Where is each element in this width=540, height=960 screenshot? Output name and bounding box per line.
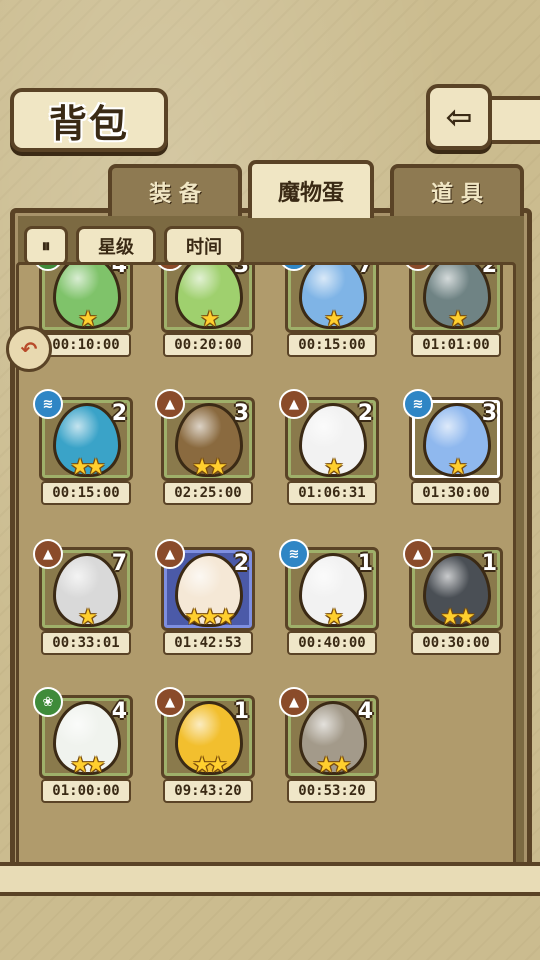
earth-element-icon: ▲ — [155, 687, 185, 717]
egg-count: 2 — [111, 401, 127, 426]
egg-card[interactable]: ▲ 2 ★ 01:06:31 — [279, 389, 379, 505]
earth-element-icon: ▲ — [403, 539, 433, 569]
earth-element-icon: ▲ — [279, 389, 309, 419]
hatch-timer: 00:33:01 — [41, 631, 131, 655]
hatch-timer: 00:20:00 — [163, 333, 253, 357]
back-rail — [484, 96, 540, 144]
star-rating: ★ — [78, 605, 98, 630]
sort-by-star-label: 星级 — [98, 237, 134, 258]
side-pin-icon[interactable]: ↶ — [6, 326, 52, 372]
hatch-timer: 01:06:31 — [287, 481, 377, 505]
egg-count: 3 — [481, 401, 497, 426]
egg-card[interactable]: ❀ 4 ★★ 01:00:00 — [33, 687, 133, 803]
egg-card[interactable]: ▲2★01:01:00 — [403, 262, 503, 357]
star-rating: ★ — [200, 307, 220, 332]
egg-card[interactable]: ▲ 3 ★★ 02:25:00 — [155, 389, 255, 505]
water-element-icon: ≋ — [279, 539, 309, 569]
egg-count: 1 — [357, 551, 373, 576]
title-plate: 背包 — [10, 88, 168, 152]
star-rating: ★★ — [70, 753, 105, 778]
egg-count: 7 — [111, 551, 127, 576]
back-button[interactable]: ⇦ — [426, 84, 492, 150]
hatch-timer: 00:10:00 — [41, 333, 131, 357]
tab-monster-eggs[interactable]: 魔物蛋 — [248, 160, 374, 218]
egg-card[interactable]: ▲ 1 ★★ 09:43:20 — [155, 687, 255, 803]
star-rating: ★ — [448, 455, 468, 480]
egg-count: 1 — [233, 699, 249, 724]
egg-card[interactable]: ▲3★00:20:00 — [155, 262, 255, 357]
egg-count: 4 — [357, 699, 373, 724]
egg-card[interactable]: ▲ 2 ★★★ 01:42:53 — [155, 539, 255, 655]
hatch-timer: 01:30:00 — [411, 481, 501, 505]
water-element-icon: ≋ — [33, 389, 63, 419]
sort-by-time-label: 时间 — [186, 237, 222, 258]
tab-monster-eggs-label: 魔物蛋 — [277, 181, 344, 206]
egg-card[interactable]: ≋7★00:15:00 — [279, 262, 379, 357]
tab-equipment-label: 装 备 — [149, 182, 201, 207]
hatch-timer: 01:42:53 — [163, 631, 253, 655]
egg-count: 1 — [481, 551, 497, 576]
egg-card[interactable]: ≋ 1 ★ 00:40:00 — [279, 539, 379, 655]
star-rating: ★★ — [192, 455, 227, 480]
hatch-timer: 01:00:00 — [41, 779, 131, 803]
tab-equipment[interactable]: 装 备 — [108, 164, 242, 216]
earth-element-icon: ▲ — [33, 539, 63, 569]
star-rating: ★ — [448, 307, 468, 332]
star-rating: ★★ — [440, 605, 475, 630]
star-rating: ★ — [324, 455, 344, 480]
star-rating: ★★★ — [184, 605, 235, 630]
hatch-timer: 00:53:20 — [287, 779, 377, 803]
egg-count: 2 — [233, 551, 249, 576]
egg-count: 4 — [111, 262, 127, 278]
egg-card[interactable]: ≋ 2 ★★ 00:15:00 — [33, 389, 133, 505]
egg-card[interactable]: ≋ 3 ★ 01:30:00 — [403, 389, 503, 505]
hatch-timer: 00:15:00 — [41, 481, 131, 505]
egg-count: 2 — [357, 401, 373, 426]
grass-element-icon: ❀ — [33, 687, 63, 717]
egg-grid: ❀4★00:10:00▲3★00:20:00≋7★00:15:00▲2★01:0… — [16, 262, 516, 866]
page-title: 背包 — [48, 100, 129, 146]
egg-count: 7 — [357, 262, 373, 278]
hatch-timer: 02:25:00 — [163, 481, 253, 505]
star-rating: ★★ — [70, 455, 105, 480]
egg-count: 3 — [233, 401, 249, 426]
star-rating: ★ — [324, 605, 344, 630]
hatch-timer: 09:43:20 — [163, 779, 253, 803]
star-rating: ★★ — [316, 753, 351, 778]
egg-card[interactable]: ▲ 7 ★ 00:33:01 — [33, 539, 133, 655]
earth-element-icon: ▲ — [155, 539, 185, 569]
earth-element-icon: ▲ — [279, 687, 309, 717]
hatch-timer: 00:40:00 — [287, 631, 377, 655]
egg-card[interactable]: ▲ 1 ★★ 00:30:00 — [403, 539, 503, 655]
egg-count: 2 — [481, 262, 497, 278]
egg-card[interactable]: ▲ 4 ★★ 00:53:20 — [279, 687, 379, 803]
egg-count: 4 — [111, 699, 127, 724]
bottom-bar — [0, 862, 540, 896]
water-element-icon: ≋ — [403, 389, 433, 419]
sort-toggle-button[interactable]: ⏸ — [24, 226, 68, 266]
hatch-timer: 00:30:00 — [411, 631, 501, 655]
star-rating: ★ — [78, 307, 98, 332]
hatch-timer: 01:01:00 — [411, 333, 501, 357]
egg-card[interactable]: ❀4★00:10:00 — [33, 262, 133, 357]
sort-by-star-button[interactable]: 星级 — [76, 226, 156, 266]
egg-count: 3 — [233, 262, 249, 278]
star-rating: ★★ — [192, 753, 227, 778]
hatch-timer: 00:15:00 — [287, 333, 377, 357]
back-arrow-icon: ⇦ — [445, 98, 473, 136]
tab-items-label: 道 具 — [431, 182, 483, 207]
star-rating: ★ — [324, 307, 344, 332]
tab-items[interactable]: 道 具 — [390, 164, 524, 216]
pause-icon: ⏸ — [41, 235, 51, 257]
earth-element-icon: ▲ — [155, 389, 185, 419]
sort-by-time-button[interactable]: 时间 — [164, 226, 244, 266]
